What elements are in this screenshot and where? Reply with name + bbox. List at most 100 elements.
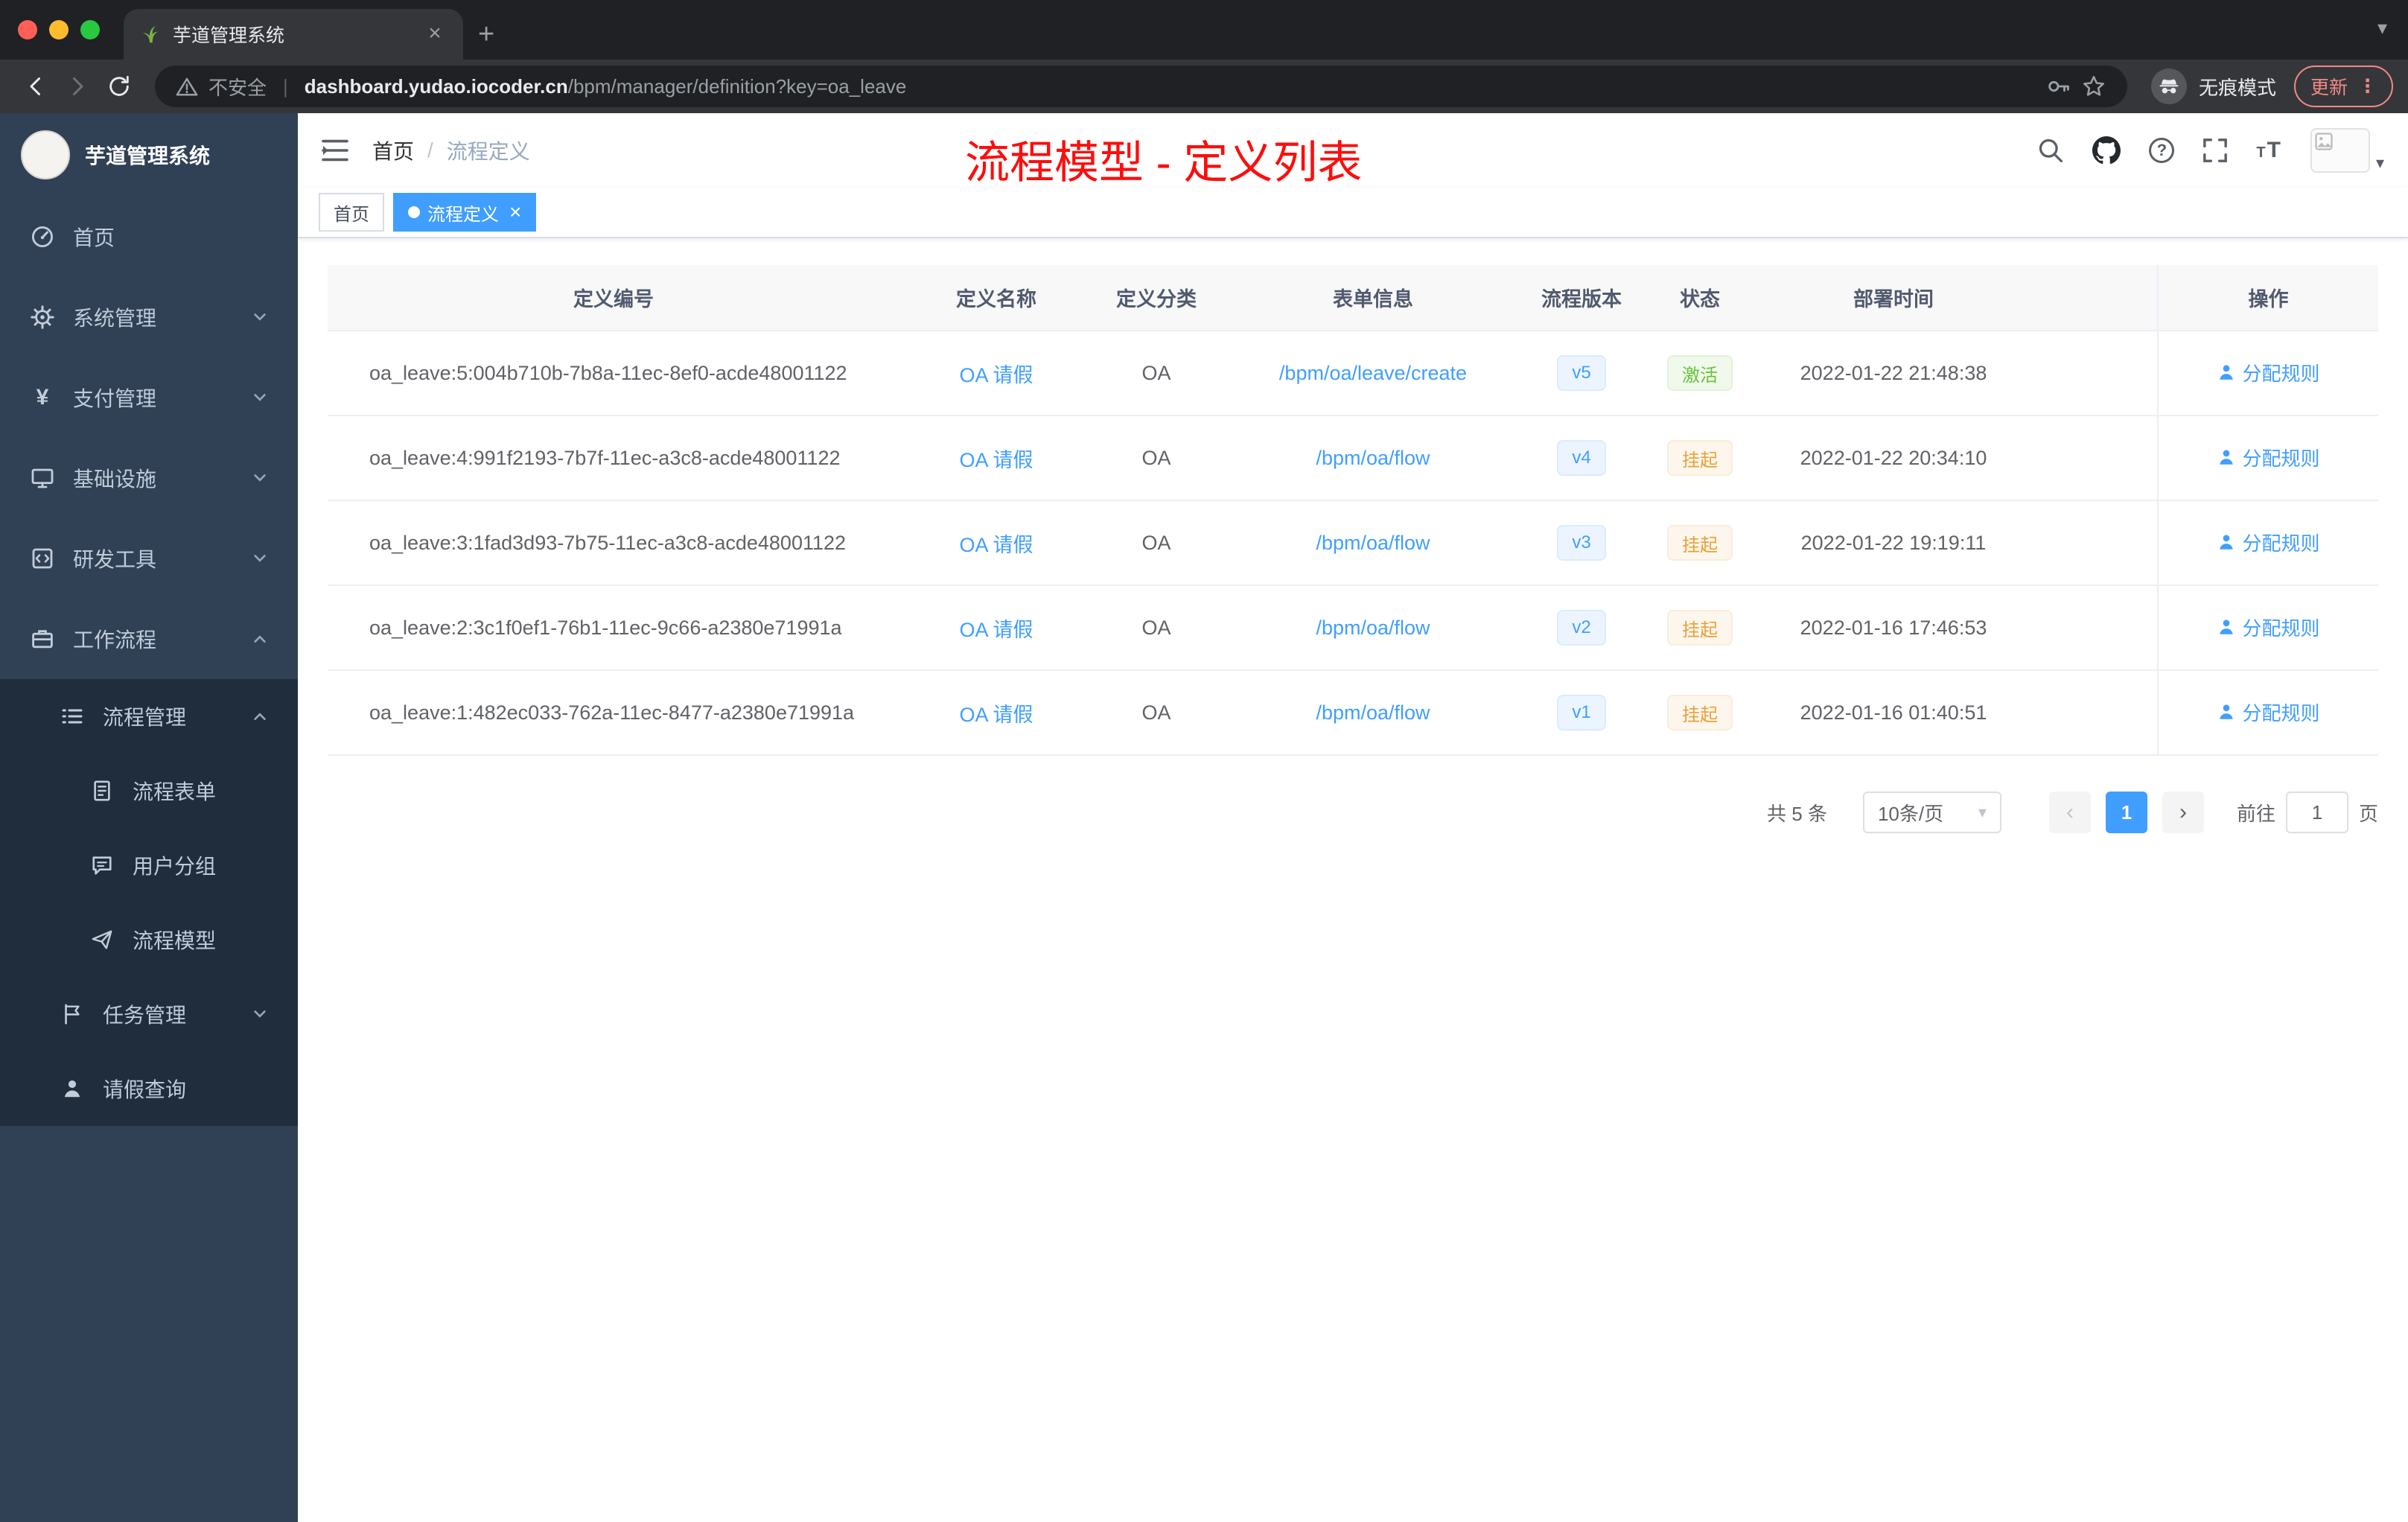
tag-label: 首页 [334,204,369,225]
browser-tab[interactable]: 芋道管理系统 × [124,9,463,60]
help-icon[interactable]: ? [2149,138,2175,163]
workflow-submenu: 流程管理 流程表单 用户分组 流程模型 任务管理 请假查询 [0,679,298,1126]
assign-rule-button[interactable]: 分配规则 [2217,444,2320,471]
page-url: dashboard.yudao.iocoder.cn/bpm/manager/d… [305,75,907,98]
sidebar-item-home[interactable]: 首页 [0,197,298,277]
tab-search-chevron-icon[interactable]: ▾ [2377,16,2387,39]
page-number-button[interactable]: 1 [2105,792,2147,833]
definition-name-link[interactable]: OA 请假 [959,704,1033,726]
sidebar-item-process-form[interactable]: 流程表单 [0,754,298,828]
goto-page-input[interactable] [2285,792,2348,833]
browser-window: 芋道管理系统 × + ▾ 不安全 | dashboard.yudao.iocod… [0,0,2408,1522]
assign-rule-button[interactable]: 分配规则 [2217,614,2320,641]
chevron-down-icon [252,309,268,325]
assign-rule-button[interactable]: 分配规则 [2217,359,2320,386]
breadcrumb-home[interactable]: 首页 [372,136,414,165]
new-tab-button[interactable]: + [463,19,512,60]
tab-favicon-icon [138,23,161,45]
sidebar-item-label: 支付管理 [73,387,157,410]
incognito-label: 无痕模式 [2198,76,2276,99]
definition-name-link[interactable]: OA 请假 [959,534,1033,556]
assign-rule-button[interactable]: 分配规则 [2217,698,2320,726]
sidebar-item-infrastructure[interactable]: 基础设施 [0,438,298,518]
status-badge: 挂起 [1667,610,1733,646]
url-divider: | [283,74,288,98]
sidebar-item-user-group[interactable]: 用户分组 [0,828,298,902]
assign-rule-label: 分配规则 [2242,532,2320,555]
sidebar-item-process-management[interactable]: 流程管理 [0,679,298,754]
sidebar-item-label: 请假查询 [103,1078,187,1101]
send-icon [89,927,115,952]
form-info-link[interactable]: /bpm/oa/flow [1316,532,1430,554]
sidebar-item-leave-query[interactable]: 请假查询 [0,1051,298,1126]
chevron-up-icon [252,708,268,725]
user-icon [60,1076,85,1101]
definition-id: oa_leave:5:004b710b-7b8a-11ec-8ef0-acde4… [328,331,899,416]
flag-icon [60,1002,85,1027]
goto-prefix: 前往 [2236,802,2275,825]
briefcase-icon [30,626,55,652]
sidebar-item-task-management[interactable]: 任务管理 [0,977,298,1051]
definition-category: OA [1093,331,1220,416]
column-header: 定义分类 [1093,265,1220,331]
deploy-time: 2022-01-16 17:46:53 [1763,585,2024,671]
next-page-button[interactable]: › [2162,792,2204,833]
form-info-link[interactable]: /bpm/oa/leave/create [1279,362,1467,384]
bookmark-star-icon[interactable] [2081,74,2106,99]
prev-page-button[interactable]: ‹ [2048,792,2091,833]
pagination-total: 共 5 条 [1767,802,1827,825]
github-icon[interactable] [2092,136,2121,165]
document-icon [89,778,115,803]
chevron-up-icon [252,631,268,647]
sidebar-item-payment[interactable]: ¥ 支付管理 [0,357,298,438]
sidebar-item-label: 任务管理 [103,1004,187,1027]
maximize-window-button[interactable] [80,20,100,39]
user-avatar[interactable]: ▾ [2310,128,2384,173]
tag-process-definition[interactable]: 流程定义 × [393,193,537,232]
update-browser-button[interactable]: 更新 ⋮ [2293,66,2393,107]
form-info-link[interactable]: /bpm/oa/flow [1316,701,1430,724]
avatar-caret-down-icon[interactable]: ▾ [2376,153,2384,173]
definition-name-link[interactable]: OA 请假 [959,449,1033,471]
hamburger-icon[interactable] [322,138,348,162]
column-header: 状态 [1637,265,1763,331]
definition-category: OA [1093,500,1220,586]
forward-button[interactable] [57,66,98,107]
chevron-down-icon [252,470,268,486]
sidebar-item-process-model[interactable]: 流程模型 [0,902,298,977]
tab-close-icon[interactable]: × [421,21,448,48]
sidebar-logo[interactable]: 芋道管理系统 [0,113,298,197]
app-root: 芋道管理系统 首页 系统管理 ¥ 支付管理 基础设施 研发工具 工作流程 流程管… [0,113,2408,1522]
form-info-link[interactable]: /bpm/oa/flow [1316,447,1430,469]
navbar-actions: ? TT ▾ [2037,128,2384,173]
list-icon [60,704,85,729]
page-size-select[interactable]: 10条/页 ▾ [1862,792,2001,833]
sidebar-item-dev-tools[interactable]: 研发工具 [0,518,298,599]
tag-close-icon[interactable]: × [509,202,521,223]
close-window-button[interactable] [18,20,37,39]
assign-rule-button[interactable]: 分配规则 [2217,529,2320,556]
definition-name-link[interactable]: OA 请假 [959,619,1033,641]
definition-id: oa_leave:3:1fad3d93-7b75-11ec-a3c8-acde4… [328,500,899,586]
back-button[interactable] [15,66,57,107]
definition-name-link[interactable]: OA 请假 [959,364,1033,386]
tag-home[interactable]: 首页 [319,193,384,232]
status-badge: 挂起 [1667,695,1733,730]
chevron-down-icon [252,1006,268,1022]
insecure-warning-icon[interactable] [176,75,198,98]
password-key-icon[interactable] [2045,74,2071,99]
search-icon[interactable] [2037,137,2064,164]
chevron-down-icon: ▾ [1978,803,1987,821]
font-size-icon[interactable]: TT [2256,138,2282,163]
minimize-window-button[interactable] [49,20,69,39]
sidebar-item-workflow[interactable]: 工作流程 [0,599,298,679]
deploy-time: 2022-01-16 01:40:51 [1763,670,2024,756]
reload-button[interactable] [98,66,140,107]
user-icon [2220,704,2234,719]
sidebar-item-system[interactable]: 系统管理 [0,277,298,357]
address-bar[interactable]: 不安全 | dashboard.yudao.iocoder.cn/bpm/man… [155,66,2127,107]
table-row: oa_leave:3:1fad3d93-7b75-11ec-a3c8-acde4… [328,500,2378,586]
form-info-link[interactable]: /bpm/oa/flow [1316,617,1430,639]
menu-kebab-icon[interactable]: ⋮ [2358,75,2377,98]
fullscreen-icon[interactable] [2202,138,2228,163]
